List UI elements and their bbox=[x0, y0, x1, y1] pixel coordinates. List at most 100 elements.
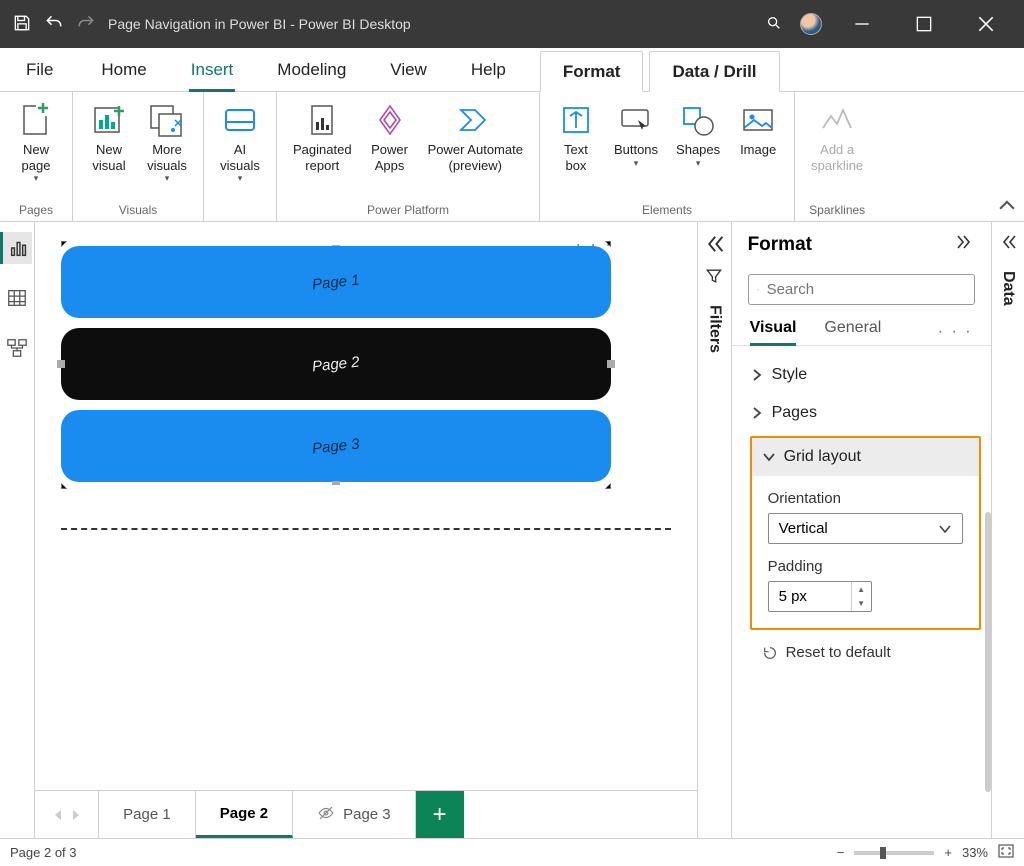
paginated-report-button[interactable]: Paginated report bbox=[287, 98, 358, 175]
chevron-right-icon bbox=[750, 406, 764, 420]
filters-pane-collapsed: Filters bbox=[697, 222, 730, 838]
hidden-page-icon bbox=[317, 804, 335, 826]
text-box-icon bbox=[556, 100, 596, 140]
shapes-button[interactable]: Shapes▾ bbox=[670, 98, 726, 170]
image-icon bbox=[738, 100, 778, 140]
padding-label: Padding bbox=[768, 558, 963, 575]
spin-up[interactable]: ▲ bbox=[852, 582, 871, 597]
tab-format[interactable]: Format bbox=[540, 51, 644, 92]
orientation-label: Orientation bbox=[768, 490, 963, 507]
scrollbar[interactable] bbox=[985, 512, 991, 792]
page-tab-3[interactable]: Page 3 bbox=[293, 791, 416, 838]
page-tabs: Page 1 Page 2 Page 3 + bbox=[35, 790, 697, 838]
chevron-down-icon bbox=[938, 522, 952, 536]
zoom-level: 33% bbox=[962, 845, 988, 860]
grid-layout-highlight: Grid layout Orientation Vertical Padding… bbox=[750, 436, 981, 630]
tab-insert[interactable]: Insert bbox=[169, 48, 256, 91]
shapes-icon bbox=[678, 100, 718, 140]
filter-icon bbox=[704, 266, 724, 291]
undo-icon[interactable] bbox=[44, 13, 64, 36]
ai-visuals-button[interactable]: AI visuals▾ bbox=[214, 98, 266, 186]
titlebar: Page Navigation in Power BI - Power BI D… bbox=[0, 0, 1024, 48]
view-rail bbox=[0, 222, 35, 838]
tab-data-drill[interactable]: Data / Drill bbox=[649, 51, 779, 92]
format-more-button[interactable]: · · · bbox=[938, 323, 973, 341]
tab-home[interactable]: Home bbox=[79, 48, 168, 91]
format-search[interactable] bbox=[748, 274, 975, 305]
user-avatar[interactable] bbox=[800, 13, 822, 35]
power-apps-icon bbox=[370, 100, 410, 140]
add-sparkline-button: Add a sparkline bbox=[805, 98, 869, 175]
format-search-input[interactable] bbox=[767, 281, 966, 298]
chevron-right-icon bbox=[750, 368, 764, 382]
sparkline-icon bbox=[817, 100, 857, 140]
model-view-button[interactable] bbox=[1, 332, 33, 364]
page-tab-scroll[interactable] bbox=[35, 791, 99, 838]
zoom-slider[interactable] bbox=[854, 851, 934, 855]
power-automate-icon bbox=[455, 100, 495, 140]
ai-visuals-icon bbox=[220, 100, 260, 140]
report-canvas[interactable]: · · · Page 1 Page 2 Page 3 bbox=[35, 222, 697, 790]
new-page-icon bbox=[16, 100, 56, 140]
new-page-button[interactable]: New page▾ bbox=[10, 98, 62, 186]
redo-icon[interactable] bbox=[76, 13, 96, 36]
add-page-button[interactable]: + bbox=[416, 791, 464, 838]
tab-file[interactable]: File bbox=[0, 48, 79, 91]
page-nav-button-2[interactable]: Page 2 bbox=[61, 328, 611, 400]
canvas-area: · · · Page 1 Page 2 Page 3 bbox=[35, 222, 697, 838]
format-tab-visual[interactable]: Visual bbox=[750, 319, 797, 345]
more-visuals-button[interactable]: More visuals▾ bbox=[141, 98, 193, 186]
section-grid-layout[interactable]: Grid layout bbox=[752, 438, 979, 476]
minimize-button[interactable] bbox=[840, 8, 884, 40]
tab-modeling[interactable]: Modeling bbox=[255, 48, 368, 91]
zoom-out-button[interactable]: − bbox=[837, 845, 845, 860]
chevron-down-icon bbox=[762, 450, 776, 464]
new-visual-button[interactable]: New visual bbox=[83, 98, 135, 175]
paginated-report-icon bbox=[302, 100, 342, 140]
resize-handle[interactable] bbox=[57, 360, 65, 368]
tab-help[interactable]: Help bbox=[449, 48, 528, 91]
save-icon[interactable] bbox=[12, 13, 32, 36]
search-icon[interactable] bbox=[766, 15, 782, 34]
reset-icon bbox=[762, 645, 778, 661]
more-visuals-icon bbox=[147, 100, 187, 140]
expand-filters-button[interactable] bbox=[702, 232, 726, 256]
data-label: Data bbox=[999, 271, 1017, 306]
expand-data-button[interactable] bbox=[998, 232, 1018, 257]
ribbon: New page▾ Pages New visual More visuals▾… bbox=[0, 92, 1024, 222]
window-title: Page Navigation in Power BI - Power BI D… bbox=[108, 16, 766, 32]
buttons-button[interactable]: Buttons▾ bbox=[608, 98, 664, 170]
report-view-button[interactable] bbox=[0, 232, 32, 264]
search-icon bbox=[757, 282, 759, 298]
section-style[interactable]: Style bbox=[746, 356, 989, 394]
spin-down[interactable]: ▼ bbox=[852, 597, 871, 612]
format-tab-general[interactable]: General bbox=[824, 319, 881, 345]
main-tabs: File Home Insert Modeling View Help Form… bbox=[0, 48, 1024, 92]
close-button[interactable] bbox=[964, 8, 1008, 40]
zoom-in-button[interactable]: + bbox=[944, 845, 952, 860]
section-pages[interactable]: Pages bbox=[746, 394, 989, 432]
resize-handle[interactable] bbox=[607, 360, 615, 368]
data-pane-collapsed: Data bbox=[991, 222, 1024, 838]
orientation-select[interactable]: Vertical bbox=[768, 513, 963, 544]
power-automate-button[interactable]: Power Automate (preview) bbox=[422, 98, 529, 175]
text-box-button[interactable]: Text box bbox=[550, 98, 602, 175]
fit-to-page-button[interactable] bbox=[998, 844, 1014, 861]
image-button[interactable]: Image bbox=[732, 98, 784, 160]
collapse-ribbon-button[interactable] bbox=[996, 195, 1018, 217]
page-tab-2[interactable]: Page 2 bbox=[196, 791, 293, 838]
page-nav-button-3[interactable]: Page 3 bbox=[61, 410, 611, 482]
filters-label: Filters bbox=[705, 305, 723, 353]
tab-view[interactable]: View bbox=[368, 48, 449, 91]
collapse-format-button[interactable] bbox=[955, 232, 975, 258]
selected-visual[interactable]: · · · Page 1 Page 2 Page 3 bbox=[61, 240, 611, 488]
page-tab-1[interactable]: Page 1 bbox=[99, 791, 196, 838]
status-bar: Page 2 of 3 − + 33% bbox=[0, 838, 1024, 866]
page-nav-button-1[interactable]: Page 1 bbox=[61, 246, 611, 318]
page-indicator: Page 2 of 3 bbox=[10, 845, 77, 860]
padding-spinner[interactable]: 5 px ▲ ▼ bbox=[768, 581, 872, 612]
data-view-button[interactable] bbox=[1, 282, 33, 314]
reset-to-default-button[interactable]: Reset to default bbox=[746, 634, 989, 671]
maximize-button[interactable] bbox=[902, 8, 946, 40]
power-apps-button[interactable]: Power Apps bbox=[364, 98, 416, 175]
